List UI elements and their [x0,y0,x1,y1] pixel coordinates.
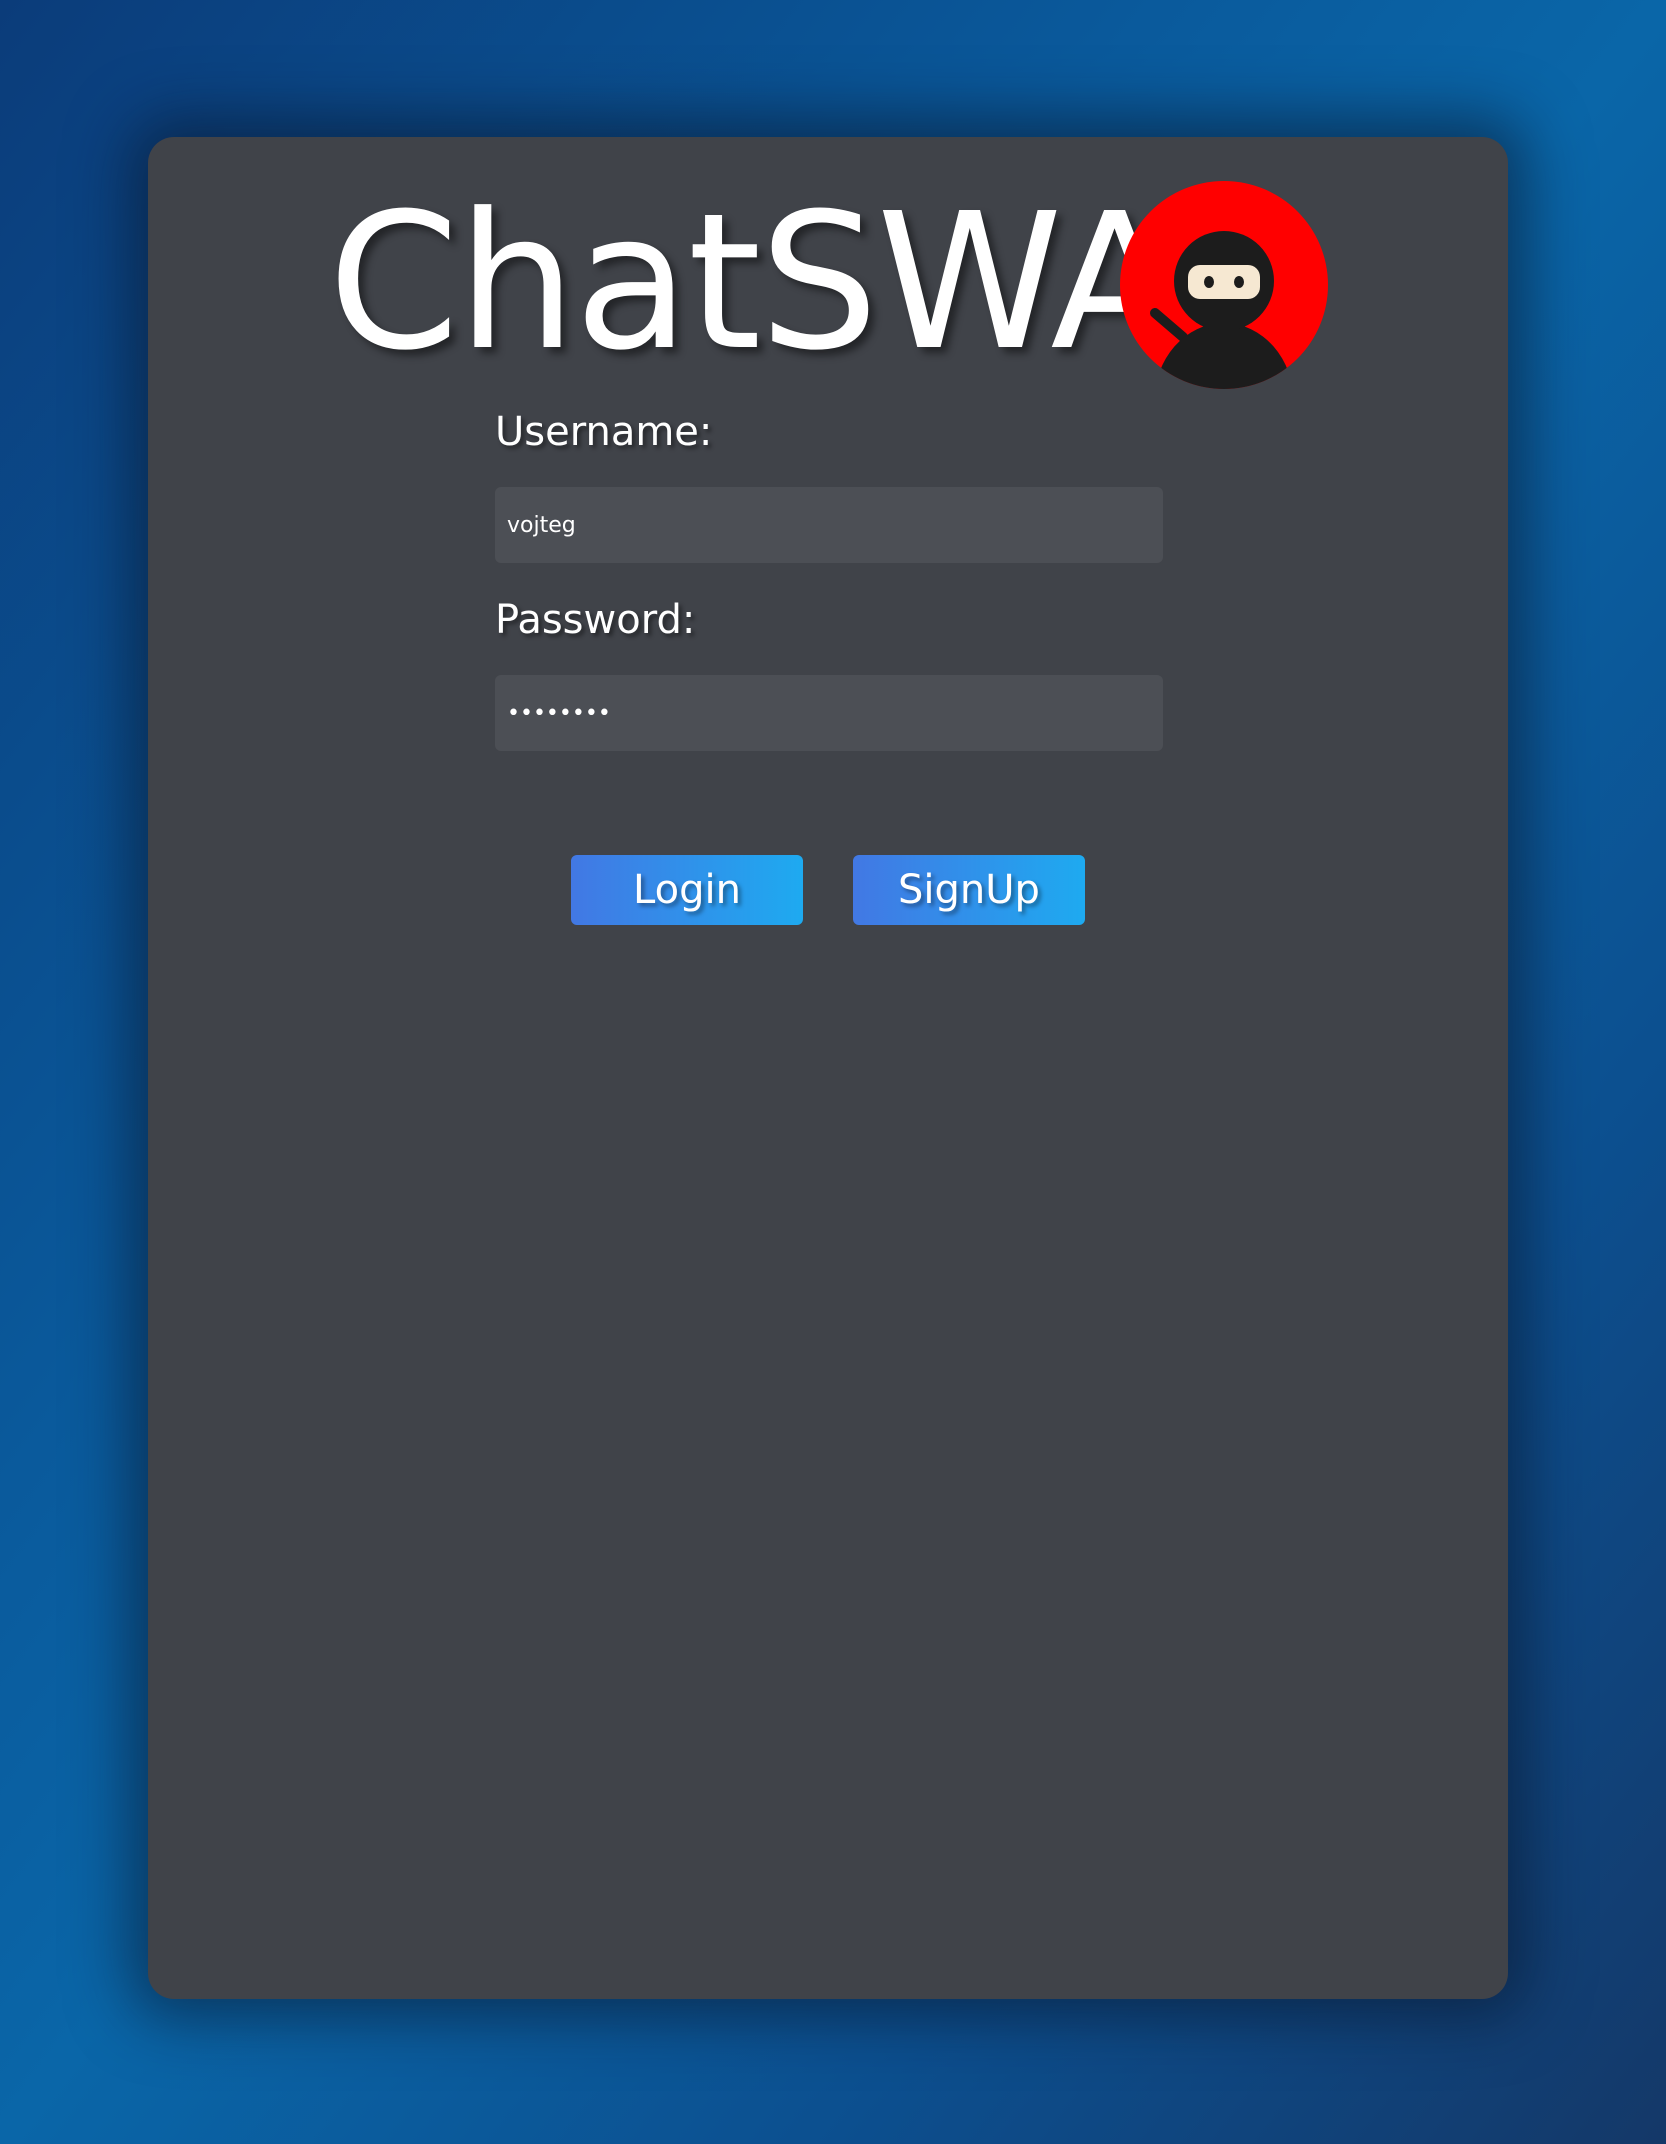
ninja-avatar-icon [1120,181,1328,389]
login-button[interactable]: Login [571,855,803,925]
login-card: ChatSWA Username: Password: Login SignUp [148,137,1508,1999]
password-input[interactable] [495,675,1163,751]
username-input[interactable] [495,487,1163,563]
password-label: Password: [495,597,696,643]
app-title: ChatSWA [328,173,1179,392]
username-label: Username: [495,409,713,455]
signup-button[interactable]: SignUp [853,855,1085,925]
